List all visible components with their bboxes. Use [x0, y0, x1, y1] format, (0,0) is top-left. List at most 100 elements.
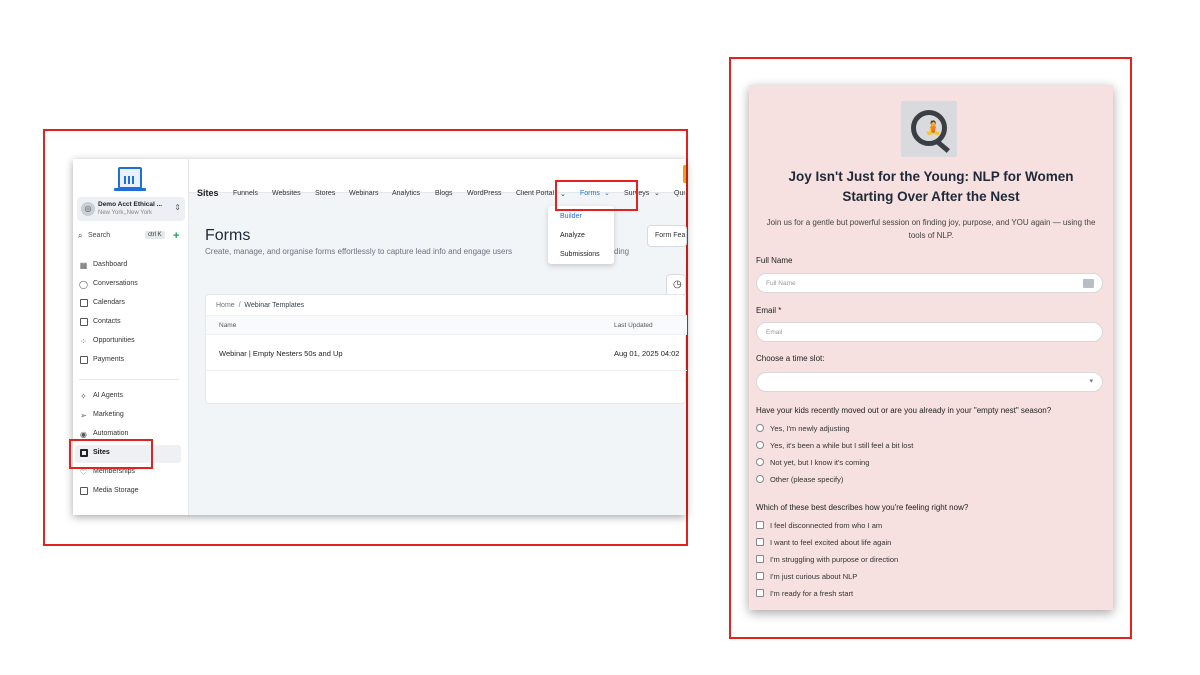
sidebar-item-label: Dashboard: [93, 261, 128, 268]
memberships-icon: ♡: [79, 468, 88, 477]
canvas: ◎ Demo Acct Ethical ... New York,,New Yo…: [0, 0, 1200, 675]
sidebar-item-label: AI Agents: [93, 392, 123, 399]
form-title: Joy Isn't Just for the Young: NLP for Wo…: [788, 169, 1074, 204]
forms-table-card: Home / Webinar Templates Name Last Updat…: [205, 294, 687, 404]
sidebar-divider: [79, 379, 179, 380]
tab-blogs[interactable]: Blogs: [435, 190, 453, 197]
dashboard-icon: ▦: [79, 261, 88, 270]
send-icon: ➢: [80, 411, 87, 420]
sidebar-item-calendars[interactable]: Calendars: [79, 298, 179, 312]
column-header-last-updated[interactable]: Last Updated: [614, 322, 653, 329]
sidebar-item-media-storage[interactable]: Media Storage: [79, 486, 179, 500]
form-preview: 🧘 Joy Isn't Just for the Young: NLP for …: [749, 85, 1113, 610]
tab-funnels[interactable]: Funnels: [233, 190, 258, 197]
radio-option-label: Yes, it's been a while but I still feel …: [770, 441, 914, 450]
tab-wordpress[interactable]: WordPress: [467, 190, 502, 197]
page-subtitle: Create, manage, and organise forms effor…: [205, 247, 513, 256]
checkbox[interactable]: [756, 538, 764, 546]
checkbox-option-label: I feel disconnected from who I am: [770, 521, 883, 530]
tab-stores[interactable]: Stores: [315, 190, 335, 197]
radio-option-label: Other (please specify): [770, 475, 844, 484]
radio-button[interactable]: [756, 424, 764, 432]
tab-webinars[interactable]: Webinars: [349, 190, 378, 197]
checkbox-option-label: I'm just curious about NLP: [770, 572, 858, 581]
column-header-name[interactable]: Name: [219, 322, 236, 329]
sidebar-item-label: Opportunities: [93, 337, 135, 344]
sidebar-item-label: Payments: [93, 356, 125, 363]
question-feeling: Which of these best describes how you're…: [756, 503, 969, 512]
breadcrumb-current: Webinar Templates: [244, 302, 305, 309]
table-row[interactable]: Webinar | Empty Nesters 50s and Up Aug 0…: [206, 335, 687, 371]
full-name-input[interactable]: Full Name: [756, 273, 1103, 293]
chevron-down-icon: ▾: [1089, 378, 1093, 385]
brand-logo-base: [114, 188, 146, 191]
sidebar-item-label: Conversations: [93, 280, 138, 287]
chevron-updown-icon: ⇕: [174, 203, 181, 212]
forms-dropdown-menu: Builder Analyze Submissions: [548, 206, 614, 264]
account-switcher[interactable]: ◎ Demo Acct Ethical ... New York,,New Yo…: [77, 197, 185, 221]
sidebar-item-label: Marketing: [93, 411, 124, 418]
sidebar-item-dashboard[interactable]: ▦ Dashboard: [79, 260, 179, 274]
email-input[interactable]: Email: [756, 322, 1103, 342]
clock-icon[interactable]: ◷: [666, 274, 686, 296]
sidebar-item-memberships[interactable]: ♡ Memberships: [79, 467, 179, 481]
sidebar-search[interactable]: ⌕ Search ctrl K: [77, 230, 169, 244]
timeslot-select[interactable]: ▾: [756, 372, 1103, 392]
page-subtitle-tail: ding: [614, 247, 630, 256]
tab-client-portal[interactable]: Client Portal: [516, 190, 557, 197]
checkbox[interactable]: [756, 572, 764, 580]
quick-add-button[interactable]: +: [173, 230, 179, 242]
timeslot-label: Choose a time slot:: [756, 354, 825, 363]
breadcrumb: Home / Webinar Templates: [216, 302, 304, 309]
breadcrumb-separator: /: [238, 302, 241, 309]
sparkle-icon: ✧: [80, 392, 87, 401]
sidebar-item-label: Automation: [93, 430, 129, 437]
opportunities-icon: ⁘: [80, 337, 87, 346]
full-name-placeholder: Full Name: [766, 280, 796, 287]
radio-option-label: Not yet, but I know it's coming: [770, 458, 870, 467]
tab-analytics[interactable]: Analytics: [392, 190, 420, 197]
row-name[interactable]: Webinar | Empty Nesters 50s and Up: [219, 349, 343, 358]
orange-edge-tab[interactable]: [683, 165, 686, 183]
contacts-icon: [79, 318, 88, 327]
sidebar-item-conversations[interactable]: ◯ Conversations: [79, 279, 179, 293]
sidebar-item-contacts[interactable]: Contacts: [79, 317, 179, 331]
radio-button[interactable]: [756, 441, 764, 449]
checkbox-option-label: I'm struggling with purpose or direction: [770, 555, 899, 564]
automation-icon: ◉: [80, 430, 87, 439]
checkbox[interactable]: [756, 555, 764, 563]
menu-item-submissions[interactable]: Submissions: [560, 251, 600, 258]
account-location: New York,,New York: [98, 210, 153, 216]
sidebar-item-label: Media Storage: [93, 487, 139, 494]
menu-item-builder[interactable]: Builder: [560, 213, 582, 220]
checkbox[interactable]: [756, 521, 764, 529]
topbar-title: Sites: [197, 188, 219, 198]
brand-logo-icon[interactable]: [118, 167, 142, 189]
table-header: Name Last Updated: [206, 315, 687, 335]
checkbox[interactable]: [756, 589, 764, 597]
calendar-icon: [79, 299, 88, 308]
radio-button[interactable]: [756, 475, 764, 483]
search-shortcut: ctrl K: [145, 231, 165, 239]
sidebar-item-marketing[interactable]: ➢ Marketing: [79, 410, 179, 424]
sidebar-item-label: Calendars: [93, 299, 125, 306]
tab-websites[interactable]: Websites: [272, 190, 301, 197]
checkbox-option-label: I want to feel excited about life again: [770, 538, 892, 547]
sidebar-item-ai-agents[interactable]: ✧ AI Agents: [79, 391, 179, 405]
checkbox-option-label: I'm ready for a fresh start: [770, 589, 854, 598]
form-description: Join us for a gentle but powerful sessio…: [766, 218, 1096, 240]
email-label: Email *: [756, 306, 782, 315]
form-features-button[interactable]: Form Fea: [647, 225, 687, 247]
meditation-figure-icon: 🧘: [925, 120, 942, 135]
breadcrumb-home[interactable]: Home: [216, 302, 235, 309]
contact-card-icon: [1083, 279, 1094, 288]
sidebar-item-label: Memberships: [93, 468, 136, 475]
media-icon: [79, 487, 88, 496]
sidebar-item-payments[interactable]: Payments: [79, 355, 179, 369]
sidebar-item-label: Contacts: [93, 318, 121, 325]
menu-item-analyze[interactable]: Analyze: [560, 232, 585, 239]
account-avatar: ◎: [81, 202, 95, 216]
radio-button[interactable]: [756, 458, 764, 466]
sidebar-item-opportunities[interactable]: ⁘ Opportunities: [79, 336, 179, 350]
tab-quizzes[interactable]: Qui: [674, 190, 686, 197]
